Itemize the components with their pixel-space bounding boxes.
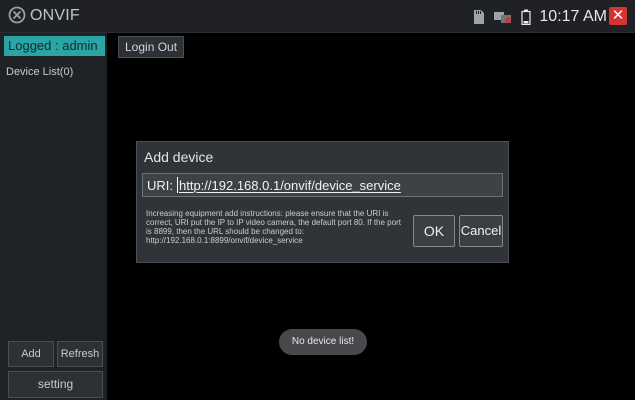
close-icon[interactable]: ✕ <box>609 7 627 25</box>
ok-button[interactable]: OK <box>413 215 455 247</box>
add-instructions: Increasing equipment add instructions: p… <box>146 209 401 245</box>
toast-message: No device list! <box>279 329 367 355</box>
refresh-button[interactable]: Refresh <box>57 341 103 367</box>
uri-input[interactable]: URI: http://192.168.0.1/onvif/device_ser… <box>142 173 503 197</box>
uri-value[interactable]: http://192.168.0.1/onvif/device_service <box>179 178 401 193</box>
logged-in-status[interactable]: Logged : admin <box>4 36 105 56</box>
clock: 10:17 AM <box>539 8 607 25</box>
app-title: ONVIF <box>30 7 80 24</box>
dialog-title: Add device <box>144 149 214 165</box>
network-icon <box>494 12 512 23</box>
battery-icon <box>521 9 531 25</box>
text-cursor <box>177 177 178 193</box>
uri-label: URI: <box>147 178 173 193</box>
onvif-logo-icon <box>8 6 26 24</box>
add-device-dialog: Add device URI: http://192.168.0.1/onvif… <box>136 141 509 263</box>
setting-button[interactable]: setting <box>8 371 103 398</box>
device-list-label: Device List(0) <box>6 66 74 78</box>
title-bar: ONVIF 10:17 AM ✕ <box>0 0 635 33</box>
status-bar: 10:17 AM <box>473 7 607 27</box>
cancel-button[interactable]: Cancel <box>459 215 503 247</box>
login-out-button[interactable]: Login Out <box>118 36 185 58</box>
sidebar: Logged : admin Device List(0) Add Refres… <box>0 33 107 400</box>
sd-card-icon <box>474 10 485 24</box>
add-button[interactable]: Add <box>8 341 54 367</box>
